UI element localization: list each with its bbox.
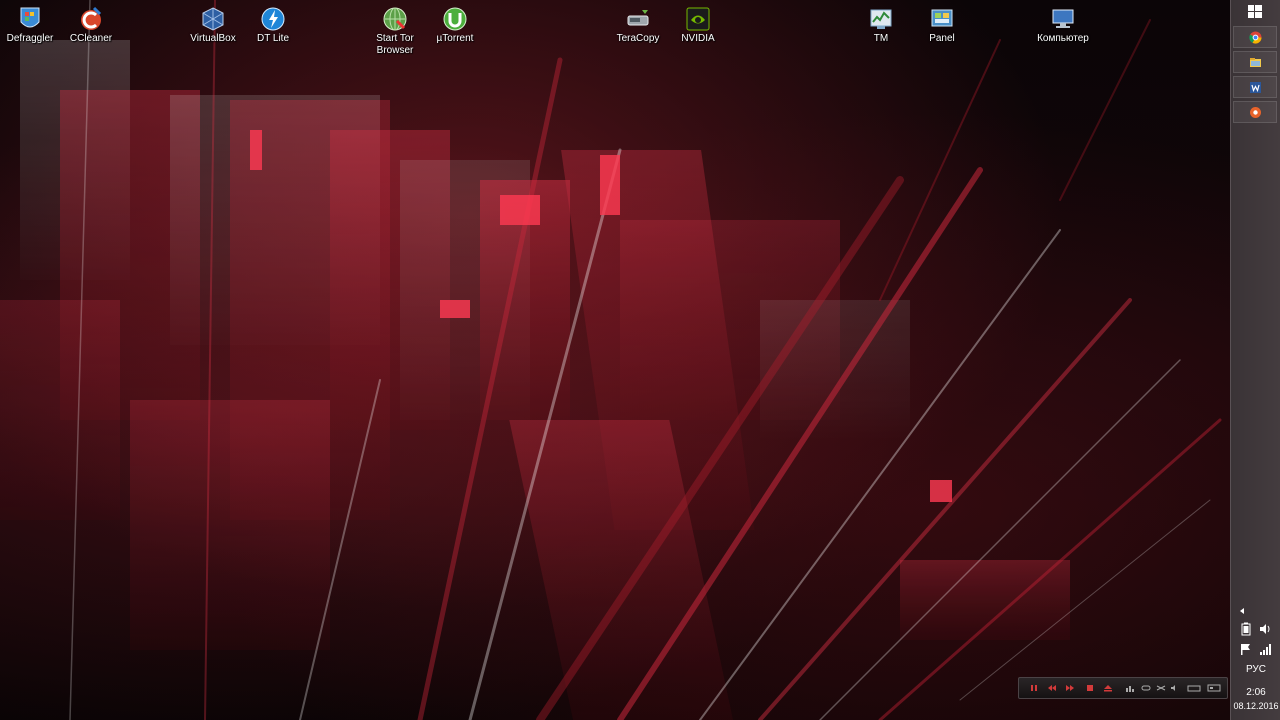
tray-network[interactable] (1258, 642, 1272, 656)
start-button[interactable] (1245, 3, 1265, 21)
nvidia-icon (685, 6, 711, 32)
desktop-shortcut-nvidia[interactable]: NVIDIA (664, 2, 732, 45)
desktop-shortcut-panel[interactable]: Panel (908, 2, 976, 45)
desktop-shortcut-label: CCleaner (69, 33, 113, 44)
virtualbox-icon (200, 6, 226, 32)
miniplayer-mode-icon[interactable] (1187, 683, 1201, 693)
stop-icon[interactable] (1085, 683, 1095, 693)
desktop-shortcut-computer[interactable]: Компьютер (1029, 2, 1097, 45)
restore-player-icon[interactable] (1207, 683, 1221, 693)
tray-battery[interactable] (1239, 622, 1253, 636)
desktop-shortcut-utorrent[interactable]: µTorrent (421, 2, 489, 45)
desktop-shortcut-label: µTorrent (436, 33, 474, 44)
desktop-shortcut-label: Defraggler (6, 33, 54, 44)
control-panel-icon (929, 6, 955, 32)
desktop-shortcut-label: DT Lite (256, 33, 290, 44)
utorrent-icon (442, 6, 468, 32)
flag-icon (1241, 644, 1250, 655)
tray-action-center[interactable] (1239, 642, 1253, 656)
desktop-shortcut-label: Компьютер (1037, 33, 1089, 44)
signal-bars-icon (1260, 644, 1271, 655)
taskbar-button-chrome[interactable] (1233, 26, 1277, 48)
taskbar-button-file-explorer[interactable] (1233, 51, 1277, 73)
desktop-shortcut-dt-lite[interactable]: DT Lite (239, 2, 307, 45)
shuffle-icon[interactable] (1156, 683, 1166, 693)
media-player-mini-toolbar[interactable] (1018, 677, 1228, 699)
desktop-shortcut-virtualbox[interactable]: VirtualBox (179, 2, 247, 45)
defraggler-icon (17, 6, 43, 32)
ccleaner-icon (78, 6, 104, 32)
show-hidden-icons-chevron[interactable] (1237, 603, 1247, 614)
clock-date[interactable]: 08.12.2016 (1231, 701, 1280, 711)
windows-logo-icon (1248, 5, 1262, 18)
taskbar-button-word[interactable] (1233, 76, 1277, 98)
teracopy-icon (625, 6, 651, 32)
eject-icon[interactable] (1103, 683, 1113, 693)
taskbar: РУС 2:06 08.12.2016 (1230, 0, 1280, 720)
desktop-shortcut-teracopy[interactable]: TeraCopy (604, 2, 672, 45)
gear-icon (1250, 107, 1261, 118)
desktop-shortcut-label: TM (873, 33, 889, 44)
desktop-shortcut-ccleaner[interactable]: CCleaner (57, 2, 125, 45)
tor-browser-icon (382, 6, 408, 32)
repeat-icon[interactable] (1141, 683, 1151, 693)
battery-icon (1241, 622, 1251, 636)
speaker-icon (1260, 624, 1270, 634)
desktop-shortcut-label: Start Tor (376, 33, 414, 44)
desktop-shortcut-label: NVIDIA (681, 33, 715, 44)
clock-time[interactable]: 2:06 (1231, 687, 1280, 698)
pause-icon[interactable] (1029, 683, 1039, 693)
fast-forward-icon[interactable] (1065, 683, 1075, 693)
desktop-shortcut-defraggler[interactable]: Defraggler (0, 2, 64, 45)
input-language-indicator[interactable]: РУС (1231, 664, 1280, 675)
abstract-red-fractal-art (0, 0, 1222, 720)
desktop-shortcut-label: TeraCopy (616, 33, 660, 44)
desktop-shortcut-label: VirtualBox (190, 33, 236, 44)
equalizer-icon[interactable] (1125, 683, 1135, 693)
word-icon (1250, 82, 1261, 93)
task-manager-icon (868, 6, 894, 32)
taskbar-button-app[interactable] (1233, 101, 1277, 123)
chevron-left-icon (1240, 608, 1244, 614)
tray-volume[interactable] (1258, 622, 1272, 636)
desktop-shortcut-tm[interactable]: TM (847, 2, 915, 45)
file-explorer-icon (1250, 58, 1261, 67)
computer-icon (1050, 6, 1076, 32)
desktop-shortcut-label-line2: Browser (376, 45, 414, 56)
volume-icon[interactable] (1169, 683, 1179, 693)
desktop-shortcut-label: Panel (929, 33, 955, 44)
rewind-icon[interactable] (1047, 683, 1057, 693)
desktop-wallpaper (0, 0, 1230, 720)
daemon-tools-icon (260, 6, 286, 32)
desktop-shortcut-tor-browser[interactable]: Start Tor Browser (361, 2, 429, 57)
chrome-icon (1249, 31, 1262, 44)
